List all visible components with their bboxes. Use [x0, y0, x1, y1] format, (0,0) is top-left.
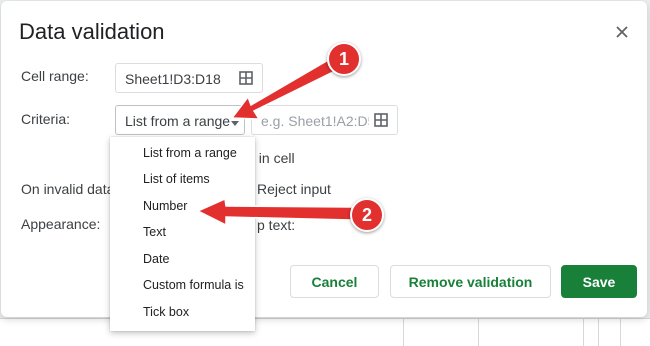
arrow-icon [196, 58, 353, 227]
callout-badge-2: 2 [350, 198, 384, 232]
callout-badge-1: 1 [327, 42, 361, 76]
